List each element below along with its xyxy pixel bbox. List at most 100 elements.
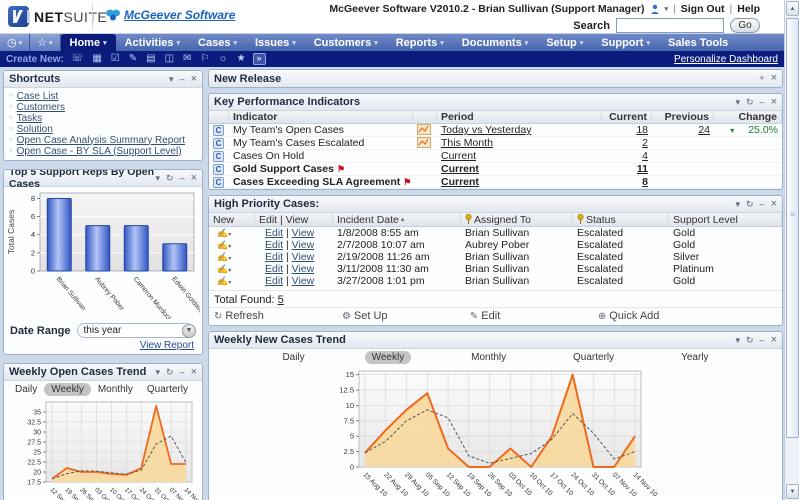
trend-tab-weekly[interactable]: Weekly xyxy=(44,383,91,396)
new-case-icon[interactable]: ✍▾ xyxy=(217,240,231,250)
menu-icon[interactable]: ▾ xyxy=(735,98,740,107)
view-link[interactable]: View xyxy=(292,227,315,239)
menu-icon[interactable]: ▾ xyxy=(735,200,740,209)
nav-favorites-icon-tab[interactable]: ☆▾ xyxy=(30,34,60,51)
event-icon[interactable]: ▦ xyxy=(92,54,101,64)
menu-icon[interactable]: ▾ xyxy=(155,174,160,183)
shortcut-link[interactable]: Tasks xyxy=(17,113,43,124)
tab-activities[interactable]: Activities▾ xyxy=(116,34,189,51)
tab-customers[interactable]: Customers▾ xyxy=(305,34,387,51)
trend-tab-weekly[interactable]: Weekly xyxy=(365,351,412,364)
minimize-icon[interactable]: – xyxy=(180,368,185,377)
date-range-dropdown-icon[interactable]: ▼ xyxy=(182,324,196,338)
shortcut-link[interactable]: Case List xyxy=(17,91,59,102)
kpi-column-header[interactable]: Current xyxy=(602,111,652,124)
task-icon[interactable]: ☑ xyxy=(111,54,120,64)
contact-icon[interactable]: ☏ xyxy=(71,54,84,64)
trend-tab-yearly[interactable]: Yearly xyxy=(674,351,715,364)
close-icon[interactable]: × xyxy=(771,336,777,345)
refresh-action[interactable]: ↻Refresh xyxy=(214,310,342,322)
edit-link[interactable]: Edit xyxy=(265,239,283,251)
tab-reports[interactable]: Reports▾ xyxy=(387,34,453,51)
edit-link[interactable]: Edit xyxy=(265,227,283,239)
trend-tab-monthly[interactable]: Monthly xyxy=(91,383,140,396)
kpi-case-icon[interactable]: C xyxy=(213,177,224,188)
minimize-icon[interactable]: – xyxy=(760,200,765,209)
new-case-icon[interactable]: ✍▾ xyxy=(217,276,231,286)
kpi-period-link[interactable]: Current xyxy=(441,176,479,188)
new-case-icon[interactable]: ✍▾ xyxy=(217,264,231,274)
kpi-case-icon[interactable]: C xyxy=(213,138,224,149)
document-icon[interactable]: ✉ xyxy=(183,54,191,64)
edit-action[interactable]: ✎Edit xyxy=(470,310,598,322)
kpi-period-link[interactable]: Current xyxy=(441,150,476,162)
close-icon[interactable]: × xyxy=(191,75,197,84)
total-found-value[interactable]: 5 xyxy=(278,294,284,306)
refresh-icon[interactable]: ↻ xyxy=(746,98,754,107)
scrollbar-thumb[interactable]: ≡ xyxy=(786,18,799,438)
kpi-current-value[interactable]: 4 xyxy=(642,150,648,162)
sparkline-icon[interactable] xyxy=(417,137,431,148)
personalize-dashboard-link[interactable]: Personalize Dashboard xyxy=(674,54,778,65)
kpi-column-header[interactable]: Change xyxy=(714,111,782,124)
kpi-column-header[interactable]: Indicator xyxy=(229,111,413,124)
new-case-icon[interactable]: ✍▾ xyxy=(217,252,231,262)
hp-column-header[interactable]: Assigned To xyxy=(461,213,573,227)
sign-out-link[interactable]: Sign Out xyxy=(681,3,725,15)
edit-link[interactable]: Edit xyxy=(265,275,283,287)
kpi-current-value[interactable]: 18 xyxy=(636,124,648,136)
set-up-action[interactable]: ⚙Set Up xyxy=(342,310,470,322)
tab-sales-tools[interactable]: Sales Tools xyxy=(659,34,737,51)
kpi-column-header[interactable] xyxy=(413,111,437,124)
view-link[interactable]: View xyxy=(292,251,315,263)
quick-add-action[interactable]: ⊕Quick Add xyxy=(598,310,777,322)
idea-icon[interactable]: ★ xyxy=(237,54,246,64)
menu-icon[interactable]: ▾ xyxy=(735,336,740,345)
trend-tab-monthly[interactable]: Monthly xyxy=(464,351,513,364)
minimize-icon[interactable]: – xyxy=(180,174,185,183)
tab-issues[interactable]: Issues▾ xyxy=(246,34,305,51)
sparkline-icon[interactable] xyxy=(417,124,431,135)
kpi-column-header[interactable]: Previous xyxy=(652,111,714,124)
search-input[interactable] xyxy=(616,18,724,33)
kpi-period-link[interactable]: Today vs Yesterday xyxy=(441,124,531,136)
trend-tab-quarterly[interactable]: Quarterly xyxy=(140,383,195,396)
minimize-icon[interactable]: – xyxy=(760,336,765,345)
tab-documents[interactable]: Documents▾ xyxy=(453,34,537,51)
menu-icon[interactable]: ▾ xyxy=(169,75,174,84)
scroll-up-button[interactable]: ▲ xyxy=(786,1,799,16)
minimize-icon[interactable]: – xyxy=(180,75,185,84)
tab-home[interactable]: Home▾ xyxy=(61,34,116,51)
tab-setup[interactable]: Setup▾ xyxy=(537,34,592,51)
view-link[interactable]: View xyxy=(292,275,315,287)
refresh-icon[interactable]: ↻ xyxy=(746,200,754,209)
tab-cases[interactable]: Cases▾ xyxy=(189,34,246,51)
kpi-column-header[interactable]: Period xyxy=(437,111,602,124)
scroll-down-button[interactable]: ▼ xyxy=(786,484,799,499)
help-link[interactable]: Help xyxy=(737,3,760,15)
close-icon[interactable]: × xyxy=(191,174,197,183)
opportunity-icon[interactable]: ◫ xyxy=(165,54,174,64)
close-icon[interactable]: × xyxy=(771,74,777,83)
refresh-icon[interactable]: ↻ xyxy=(166,368,174,377)
trend-tab-daily[interactable]: Daily xyxy=(275,351,311,364)
close-icon[interactable]: × xyxy=(771,98,777,107)
user-menu-chevron-icon[interactable]: ▾ xyxy=(665,5,669,13)
create-new-more-button[interactable]: » xyxy=(253,53,266,65)
case-icon[interactable]: ✎ xyxy=(129,54,137,64)
kpi-case-icon[interactable]: C xyxy=(213,125,224,136)
new-case-icon[interactable]: ✍▾ xyxy=(217,228,231,238)
kpi-case-icon[interactable]: C xyxy=(213,151,224,162)
kpi-current-value[interactable]: 2 xyxy=(642,137,648,149)
trend-tab-daily[interactable]: Daily xyxy=(8,383,44,396)
hp-column-header[interactable]: Status xyxy=(573,213,669,227)
search-go-button[interactable]: Go xyxy=(730,18,760,33)
phone-call-icon[interactable]: ▤ xyxy=(146,54,155,64)
window-scrollbar[interactable]: ▲ ≡ ▼ xyxy=(784,0,799,500)
expand-icon[interactable]: + xyxy=(759,74,764,83)
hp-column-header[interactable]: Incident Date▴ xyxy=(333,213,461,227)
refresh-icon[interactable]: ↻ xyxy=(166,174,174,183)
kpi-current-value[interactable]: 8 xyxy=(642,176,648,188)
menu-icon[interactable]: ▾ xyxy=(155,368,160,377)
refresh-icon[interactable]: ↻ xyxy=(746,336,754,345)
